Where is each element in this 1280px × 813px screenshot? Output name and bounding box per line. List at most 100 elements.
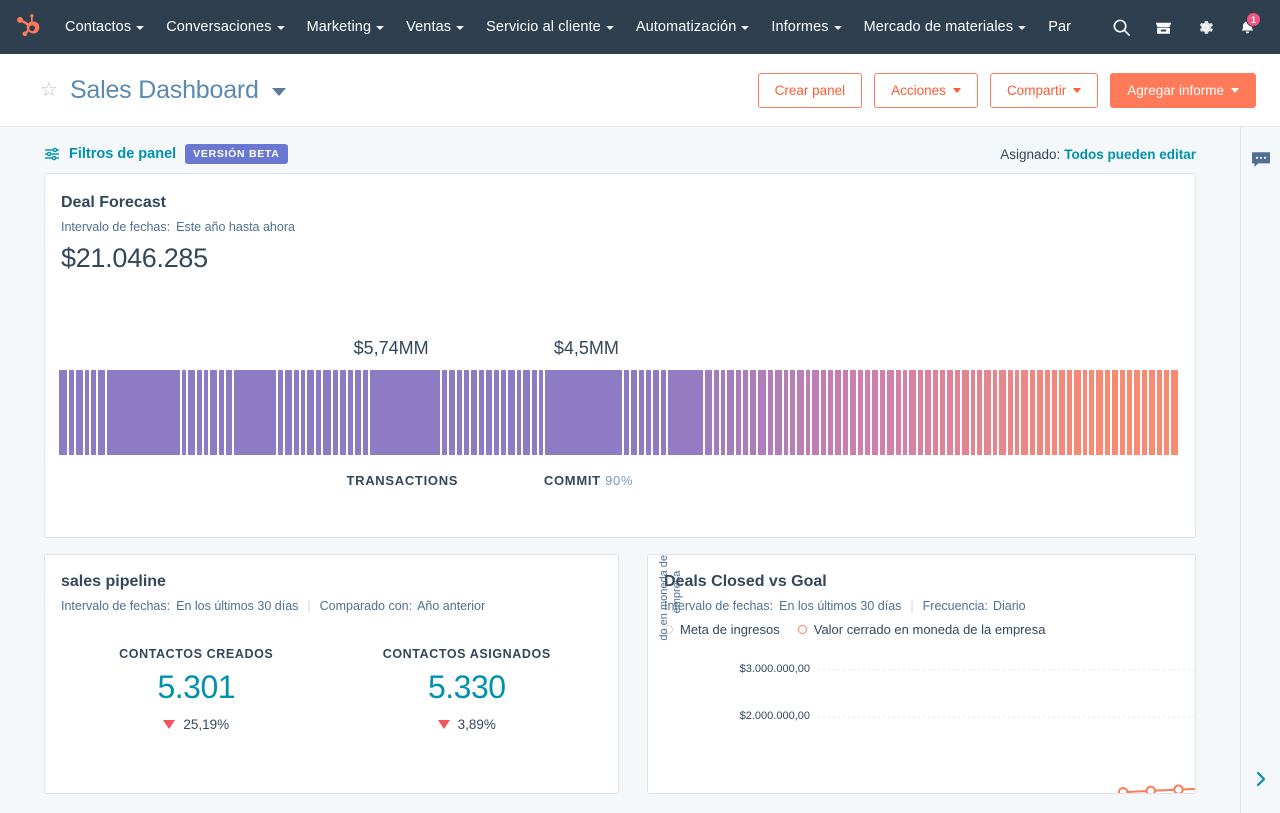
forecast-bar-segment[interactable] <box>508 370 517 455</box>
forecast-bar-segment[interactable] <box>348 370 355 455</box>
forecast-bar-segment[interactable] <box>984 370 993 455</box>
forecast-bar-segment[interactable] <box>783 370 791 455</box>
forecast-bar-segment[interactable] <box>797 370 806 455</box>
forecast-bar-segment[interactable] <box>865 370 872 455</box>
forecast-bar-segment[interactable] <box>1029 370 1037 455</box>
forecast-bar-segment[interactable] <box>727 370 736 455</box>
forecast-bar-segment[interactable] <box>820 370 828 455</box>
forecast-bar-segment[interactable] <box>1007 370 1015 455</box>
forecast-bar-segment[interactable] <box>639 370 646 455</box>
forecast-bar-segment[interactable] <box>69 370 76 455</box>
forecast-bar-segment[interactable] <box>661 370 668 455</box>
forecast-bar-segment[interactable] <box>516 370 524 455</box>
forecast-bar-segment[interactable] <box>758 370 769 455</box>
forecast-bar-segment[interactable] <box>962 370 971 455</box>
settings-gear-icon[interactable] <box>1186 8 1224 46</box>
forecast-bar-segment[interactable] <box>858 370 866 455</box>
forecast-bar-segment[interactable] <box>84 370 92 455</box>
forecast-bar-segment[interactable] <box>339 370 349 455</box>
forecast-bar-segment[interactable] <box>939 370 947 455</box>
assigned-value-link[interactable]: Todos pueden editar <box>1064 147 1196 162</box>
search-icon[interactable] <box>1102 8 1140 46</box>
forecast-bar-segment[interactable] <box>76 370 85 455</box>
forecast-bar-segment[interactable] <box>1164 370 1172 455</box>
forecast-bar-segment[interactable] <box>322 370 333 455</box>
forecast-bar-segment[interactable] <box>354 370 364 455</box>
forecast-bar-segment[interactable] <box>285 370 294 455</box>
forecast-bar-segment[interactable] <box>775 370 784 455</box>
forecast-bar-segment[interactable] <box>955 370 962 455</box>
forecast-bar-segment[interactable] <box>805 370 813 455</box>
forecast-bar-segment[interactable] <box>880 370 888 455</box>
forecast-bar-segment[interactable] <box>1067 370 1075 455</box>
forecast-bar-segment[interactable] <box>1157 370 1165 455</box>
forecast-bar-segment[interactable] <box>479 370 486 455</box>
forecast-bar-segment[interactable] <box>1171 370 1180 455</box>
forecast-bar-segment[interactable] <box>278 370 286 455</box>
forecast-bar-segment[interactable] <box>849 370 859 455</box>
share-button[interactable]: Compartir <box>989 72 1099 108</box>
hubspot-logo-link[interactable] <box>0 14 54 40</box>
forecast-bar-segment[interactable] <box>1082 370 1090 455</box>
forecast-bar-segment[interactable] <box>196 370 204 455</box>
nav-item-marketing[interactable]: Marketing <box>296 2 396 52</box>
forecast-bar-segment[interactable] <box>188 370 197 455</box>
forecast-bar-segment[interactable] <box>790 370 798 455</box>
forecast-bar-segment[interactable] <box>1058 370 1068 455</box>
forecast-bar-segment[interactable] <box>999 370 1008 455</box>
forecast-bar-segment[interactable] <box>485 370 495 455</box>
dashboard-filters-toggle[interactable]: Filtros de panel VERSIÓN BETA <box>44 144 288 164</box>
forecast-bar-segment[interactable] <box>705 370 714 455</box>
forecast-bar-segment[interactable] <box>720 370 728 455</box>
forecast-bar-segment[interactable] <box>98 370 107 455</box>
forecast-bar-segment[interactable] <box>1104 370 1112 455</box>
forecast-bar-segment[interactable] <box>59 370 70 455</box>
nav-item-informes[interactable]: Informes <box>760 2 852 52</box>
forecast-bar-segment[interactable] <box>203 370 211 455</box>
forecast-bar-segment[interactable] <box>523 370 532 455</box>
forecast-bar-segment[interactable] <box>1074 370 1083 455</box>
forecast-bar-segment[interactable] <box>1052 370 1059 455</box>
forecast-bar-segment[interactable] <box>181 370 189 455</box>
forecast-bar-segment[interactable] <box>768 370 776 455</box>
forecast-bar-segment[interactable] <box>970 370 978 455</box>
nav-item-ventas[interactable]: Ventas <box>395 2 475 52</box>
nav-item-mercado-de-materiales[interactable]: Mercado de materiales <box>853 2 1038 52</box>
nav-item-servicio-al-cliente[interactable]: Servicio al cliente <box>475 2 625 52</box>
forecast-bar-segment[interactable] <box>307 370 316 455</box>
forecast-bar-segment[interactable] <box>210 370 219 455</box>
expand-panel-button[interactable] <box>1252 768 1270 795</box>
line-data-point[interactable] <box>1117 787 1129 794</box>
forecast-bar-segment[interactable] <box>225 370 235 455</box>
nav-item-contactos[interactable]: Contactos <box>54 2 155 52</box>
forecast-bar-segment[interactable] <box>1126 370 1134 455</box>
forecast-bar-segment[interactable] <box>946 370 956 455</box>
marketplace-icon[interactable] <box>1144 8 1182 46</box>
forecast-bar-segment[interactable] <box>441 370 449 455</box>
forecast-bar-segment[interactable] <box>834 370 844 455</box>
forecast-bar-segment[interactable] <box>363 370 371 455</box>
nav-item-partners[interactable]: Part <box>1037 2 1071 52</box>
forecast-bar-segment[interactable] <box>827 370 835 455</box>
notifications-bell-icon[interactable]: 1 <box>1228 8 1266 46</box>
add-report-button[interactable]: Agregar informe <box>1110 72 1256 108</box>
forecast-bar-segment[interactable] <box>501 370 509 455</box>
forecast-bar-segment[interactable] <box>1148 370 1158 455</box>
forecast-bar-segment[interactable] <box>843 370 850 455</box>
forecast-bar-segment[interactable] <box>1089 370 1097 455</box>
forecast-bar-segment[interactable] <box>749 370 759 455</box>
forecast-bar-segment[interactable] <box>917 370 925 455</box>
forecast-bar-segment[interactable] <box>1014 370 1022 455</box>
forecast-bar-segment[interactable] <box>895 370 903 455</box>
forecast-bar-segment[interactable] <box>909 370 918 455</box>
star-icon[interactable]: ☆ <box>40 80 58 100</box>
forecast-bar-segment[interactable] <box>1021 370 1030 455</box>
forecast-bar-segment[interactable] <box>300 370 308 455</box>
page-title[interactable]: Sales Dashboard <box>70 76 259 105</box>
forecast-bar-segment[interactable] <box>902 370 910 455</box>
deals-line-chart[interactable]: do en moneda de la empresa $2.000.000,00… <box>648 555 1195 794</box>
forecast-bar-segment[interactable] <box>933 370 940 455</box>
forecast-bar-segment[interactable] <box>463 370 471 455</box>
forecast-bar-segment[interactable] <box>1142 370 1149 455</box>
forecast-bar-segment[interactable] <box>1133 370 1143 455</box>
